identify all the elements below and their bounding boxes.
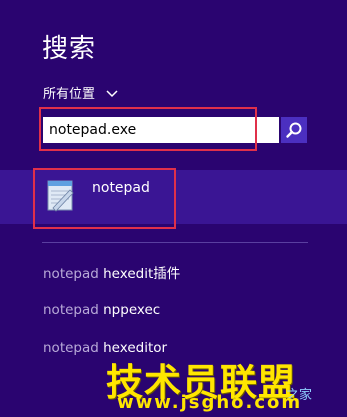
panel-title: 搜索 xyxy=(42,34,97,64)
magnifier-icon xyxy=(286,122,302,138)
suggestion-query: notepad xyxy=(43,266,99,282)
search-input[interactable] xyxy=(43,117,249,143)
suggestion-item[interactable]: notepad nppexec xyxy=(43,302,160,318)
watermark-url: www.jsgho.com xyxy=(117,392,303,413)
search-input-padding[interactable] xyxy=(249,117,279,143)
search-scope-dropdown[interactable]: 所有位置 xyxy=(43,83,119,102)
search-scope-label: 所有位置 xyxy=(43,87,96,102)
suggestion-query: notepad xyxy=(43,302,99,318)
notepad-icon xyxy=(47,180,74,212)
chevron-down-icon xyxy=(106,89,118,97)
suggestion-query: notepad xyxy=(43,340,99,356)
app-result-notepad[interactable]: notepad xyxy=(42,176,150,214)
suggestion-item[interactable]: notepad hexedit插件 xyxy=(43,262,180,282)
search-box xyxy=(43,117,307,143)
app-result-label: notepad xyxy=(92,180,150,196)
search-button[interactable] xyxy=(281,117,307,143)
results-divider xyxy=(42,242,308,243)
suggestion-completion: nppexec xyxy=(98,302,161,318)
suggestion-completion: hexedit插件 xyxy=(98,266,181,282)
